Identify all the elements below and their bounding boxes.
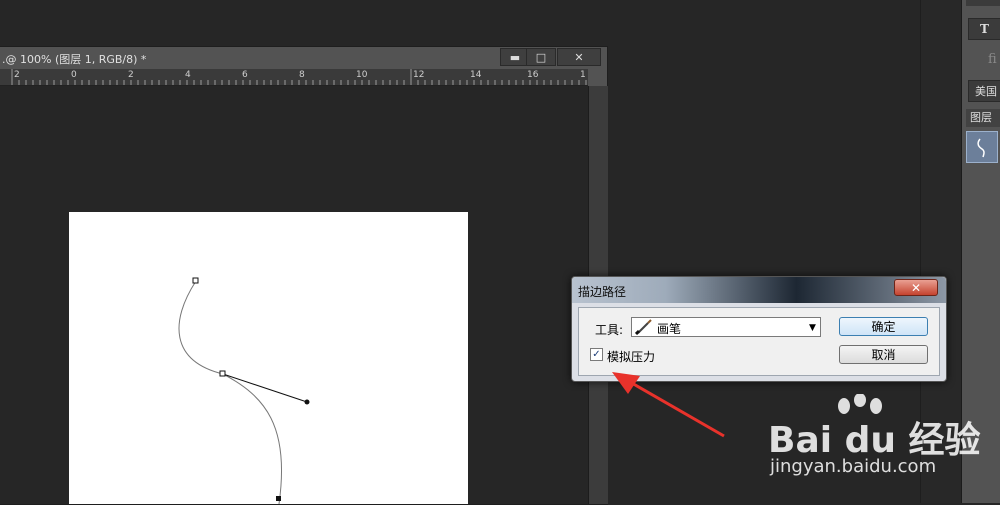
ruler-label: 2 bbox=[128, 70, 134, 80]
tool-label: 工具: bbox=[595, 323, 624, 337]
path-thumbnail-icon bbox=[977, 138, 985, 158]
maximize-button[interactable]: □ bbox=[526, 48, 556, 66]
panel-header bbox=[966, 0, 1000, 6]
checkmark-icon: ✓ bbox=[592, 349, 601, 360]
ligature-option[interactable]: fi bbox=[988, 52, 997, 67]
tool-select[interactable]: 画笔 ▼ bbox=[631, 317, 821, 337]
close-icon: ✕ bbox=[910, 280, 922, 295]
watermark-url: jingyan.baidu.com bbox=[770, 456, 937, 477]
tool-select-value: 画笔 bbox=[657, 322, 682, 336]
dialog-titlebar[interactable]: 描边路径 ✕ bbox=[572, 277, 946, 303]
ruler-label: 4 bbox=[185, 70, 191, 80]
horizontal-ruler[interactable]: 2 0 2 4 6 8 10 12 14 16 1 bbox=[0, 69, 588, 86]
chevron-down-icon: ▼ bbox=[809, 323, 816, 333]
path-drawing[interactable] bbox=[0, 86, 588, 504]
ruler-label: 1 bbox=[580, 70, 586, 80]
document-titlebar[interactable]: .@ 100% (图层 1, RGB/8) * ▬ □ ✕ bbox=[0, 47, 607, 69]
layers-tab[interactable]: 图层 bbox=[966, 109, 1000, 127]
ok-button[interactable]: 确定 bbox=[839, 317, 928, 336]
anchor-point[interactable] bbox=[219, 370, 226, 377]
annotation-arrow bbox=[612, 372, 725, 438]
anchor-point[interactable] bbox=[192, 277, 199, 284]
ruler-label: 8 bbox=[299, 70, 305, 80]
type-tool-button[interactable]: T bbox=[968, 18, 1000, 40]
ruler-ticks bbox=[11, 69, 587, 85]
dialog-title: 描边路径 bbox=[578, 285, 627, 299]
cancel-button[interactable]: 取消 bbox=[839, 345, 928, 364]
direction-handle[interactable] bbox=[304, 399, 310, 405]
ruler-label: 16 bbox=[527, 70, 539, 80]
layer-thumbnail[interactable] bbox=[966, 131, 998, 163]
ruler-label: 2 bbox=[14, 70, 20, 80]
document-window: .@ 100% (图层 1, RGB/8) * ▬ □ ✕ 2 0 2 4 6 … bbox=[0, 46, 608, 505]
canvas-workspace[interactable] bbox=[0, 86, 588, 504]
dialog-close-button[interactable]: ✕ bbox=[894, 279, 938, 296]
ruler-label: 10 bbox=[356, 70, 368, 80]
ruler-label: 6 bbox=[242, 70, 248, 80]
ruler-label: 0 bbox=[71, 70, 77, 80]
anchor-point[interactable] bbox=[276, 496, 281, 501]
close-button[interactable]: ✕ bbox=[557, 48, 601, 66]
ruler-label: 12 bbox=[413, 70, 425, 80]
document-title: .@ 100% (图层 1, RGB/8) * bbox=[2, 53, 147, 66]
brush-icon bbox=[635, 319, 652, 335]
ruler-label: 14 bbox=[470, 70, 482, 80]
language-select[interactable]: 美国 bbox=[968, 80, 1000, 102]
